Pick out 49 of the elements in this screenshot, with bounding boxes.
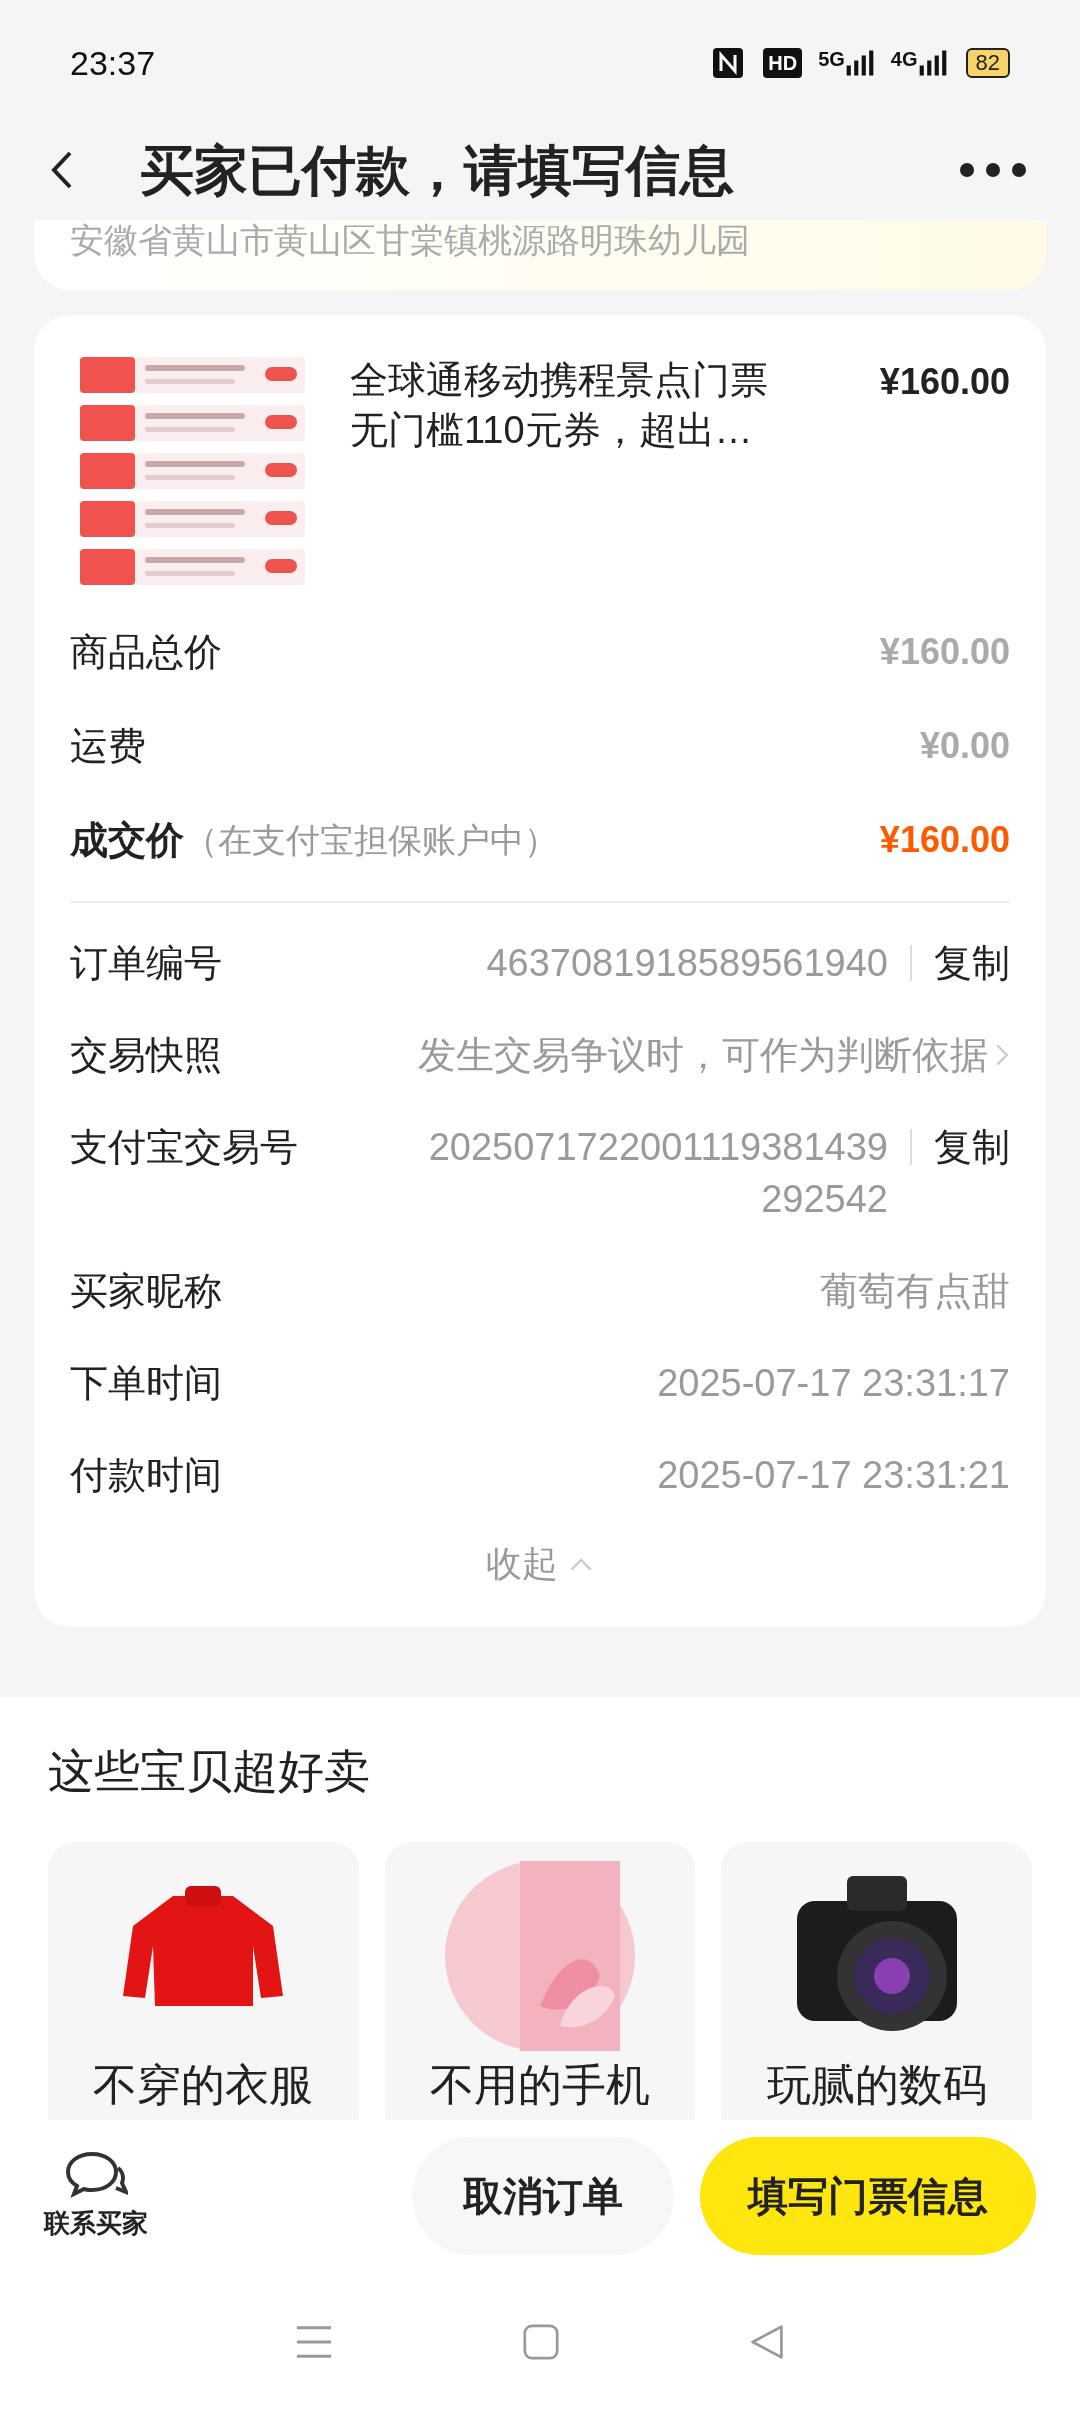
- category-card[interactable]: 不用的手机: [384, 1842, 696, 2120]
- copy-button[interactable]: 复制: [934, 1121, 1010, 1173]
- category-card[interactable]: 不穿的衣服: [48, 1842, 359, 2120]
- chevron-up-icon: [568, 1556, 594, 1572]
- row-value: 葡萄有点甜: [820, 1269, 1010, 1314]
- row-label: 成交价: [70, 818, 184, 863]
- row-label: 买家昵称: [70, 1269, 222, 1314]
- back-icon[interactable]: [749, 2324, 785, 2360]
- row-label: 下单时间: [70, 1361, 222, 1406]
- battery-indicator: 82: [965, 48, 1010, 78]
- menu-icon[interactable]: [295, 2324, 333, 2360]
- row-value: 2025-07-17 23:31:21: [657, 1453, 1010, 1498]
- copy-button[interactable]: 复制: [934, 937, 1010, 989]
- network-label: 4G: [890, 47, 918, 72]
- row-label: 交易快照: [70, 1033, 222, 1078]
- category-card[interactable]: 玩腻的数码: [721, 1842, 1032, 2120]
- contact-buyer-button[interactable]: 联系买家: [44, 2149, 148, 2243]
- page-title: 买家已付款，请填写信息: [140, 138, 734, 202]
- row-label: 订单编号: [70, 941, 222, 986]
- chevron-right-icon: [994, 1042, 1010, 1068]
- row-value: ¥160.00: [878, 630, 1010, 674]
- row-value: ¥0.00: [918, 724, 1010, 768]
- row-label: 商品总价: [70, 630, 222, 675]
- category-label: 不用的手机: [430, 2060, 650, 2110]
- product-price: ¥160.00: [878, 360, 1010, 404]
- chat-icon: [64, 2149, 128, 2200]
- row-value: 2025071722001119381439292542: [427, 1125, 888, 1222]
- signal-icon: [844, 48, 875, 78]
- nfc-icon: [713, 48, 744, 78]
- chevron-left-icon: [50, 150, 74, 190]
- row-label: 付款时间: [70, 1453, 222, 1498]
- hd-badge: HD: [763, 48, 803, 78]
- category-label: 玩腻的数码: [766, 2060, 987, 2110]
- cancel-order-button[interactable]: 取消订单: [412, 2137, 674, 2255]
- home-icon[interactable]: [523, 2324, 559, 2360]
- status-time: 23:37: [70, 42, 156, 84]
- row-label: 支付宝交易号: [70, 1125, 298, 1170]
- deal-price: ¥160.00: [878, 818, 1010, 862]
- section-title: 这些宝贝超好卖: [48, 1745, 370, 1797]
- product-title: 全球通移动携程景点门票无门槛110元券，超出…: [350, 358, 769, 453]
- category-label: 不穿的衣服: [93, 2060, 314, 2110]
- network-label: 5G: [818, 47, 845, 72]
- signal-icon: [917, 48, 948, 78]
- escrow-note: （在支付宝担保账户中）: [184, 819, 558, 861]
- row-value: 4637081918589561940: [486, 941, 888, 986]
- row-label: 运费: [70, 724, 146, 769]
- row-value: 2025-07-17 23:31:17: [657, 1361, 1010, 1406]
- address-text: 安徽省黄山市黄山区甘棠镇桃源路明珠幼儿园: [70, 221, 750, 259]
- fill-ticket-button[interactable]: 填写门票信息: [700, 2137, 1036, 2255]
